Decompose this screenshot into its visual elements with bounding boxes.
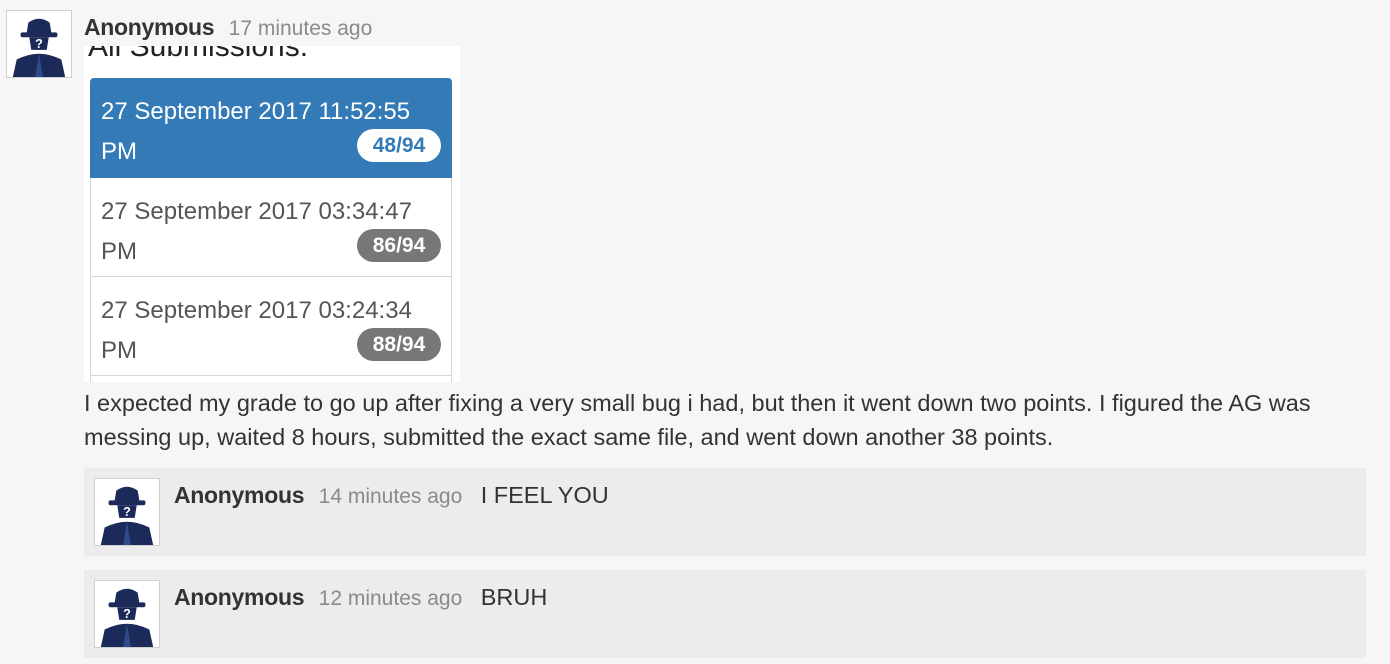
reply-author[interactable]: Anonymous bbox=[174, 482, 305, 508]
reply-author[interactable]: Anonymous bbox=[174, 584, 305, 610]
score-badge: 48/94 bbox=[357, 129, 441, 162]
reply-timestamp: 12 minutes ago bbox=[318, 587, 463, 610]
anonymous-avatar-icon: ? bbox=[7, 11, 71, 77]
submission-item: 27 September 2017 03:24:34 PM 88/94 bbox=[90, 277, 452, 376]
avatar[interactable]: ? bbox=[94, 580, 160, 648]
score-badge: 86/94 bbox=[357, 229, 441, 262]
post-body-text: I expected my grade to go up after fixin… bbox=[84, 390, 1311, 450]
reply-line: Anonymous 14 minutes ago I FEEL YOU bbox=[174, 482, 609, 509]
reply-text: I FEEL YOU bbox=[480, 482, 609, 508]
post-author[interactable]: Anonymous bbox=[84, 14, 215, 40]
svg-text:?: ? bbox=[35, 37, 43, 51]
avatar[interactable]: ? bbox=[6, 10, 72, 78]
reply-text: BRUH bbox=[480, 584, 548, 610]
embed-title: All Submissions: bbox=[88, 46, 309, 63]
score-badge: 88/94 bbox=[357, 328, 441, 361]
anonymous-avatar-icon: ? bbox=[95, 581, 159, 647]
submissions-list: 27 September 2017 11:52:55 PM 48/94 27 S… bbox=[90, 78, 452, 382]
submission-item: 27 September 2017 03:34:47 PM 86/94 bbox=[90, 178, 452, 277]
post-header: Anonymous 17 minutes ago bbox=[84, 14, 372, 41]
avatar[interactable]: ? bbox=[94, 478, 160, 546]
reply: ? Anonymous 14 minutes ago I FEEL YOU bbox=[84, 468, 1366, 556]
svg-text:?: ? bbox=[123, 607, 131, 621]
reply: ? Anonymous 12 minutes ago BRUH bbox=[84, 570, 1366, 658]
svg-text:?: ? bbox=[123, 505, 131, 519]
submission-item: 27 September 2017 11:52:55 PM 48/94 bbox=[90, 78, 452, 178]
embedded-submissions-image: All Submissions: 27 September 2017 11:52… bbox=[84, 46, 460, 382]
post-timestamp: 17 minutes ago bbox=[228, 17, 373, 40]
submission-item-partial bbox=[90, 376, 452, 382]
anonymous-avatar-icon: ? bbox=[95, 479, 159, 545]
reply-timestamp: 14 minutes ago bbox=[318, 485, 463, 508]
reply-line: Anonymous 12 minutes ago BRUH bbox=[174, 584, 547, 611]
